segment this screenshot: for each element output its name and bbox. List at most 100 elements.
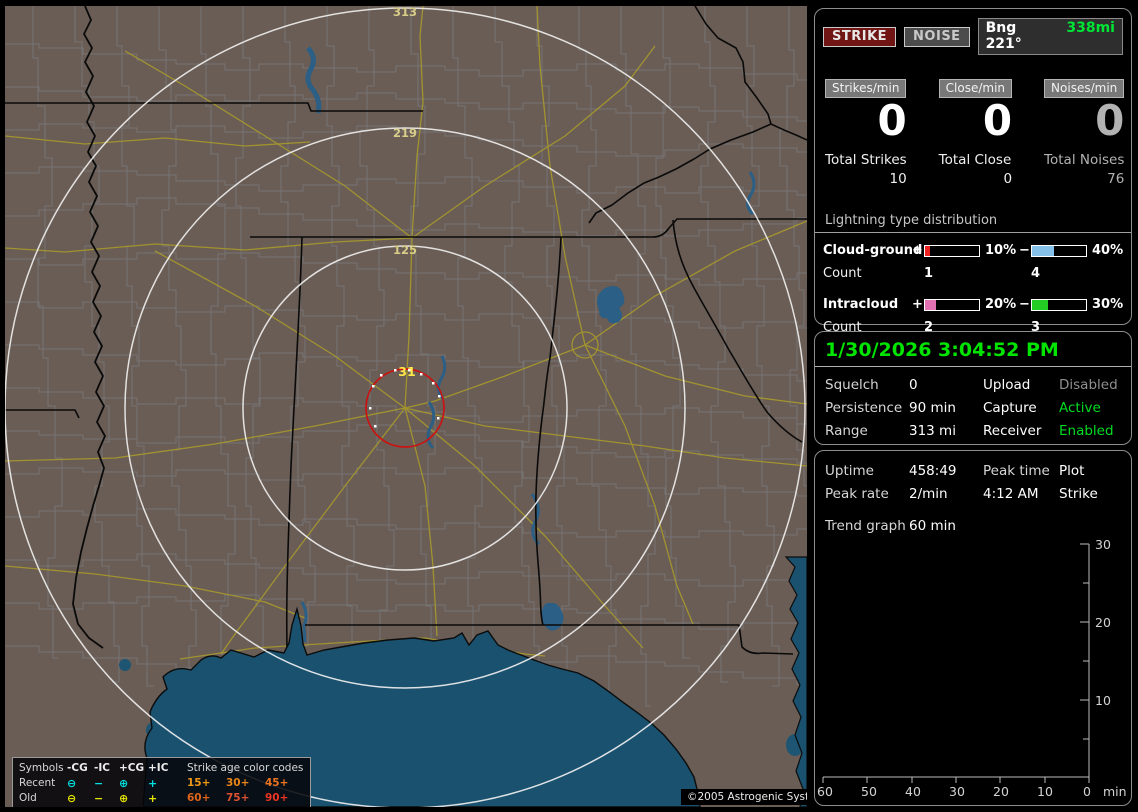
app-window: 313 219 125 31 Symbols -CG -IC +CG +IC S…	[0, 0, 1138, 812]
age-60: 60+	[187, 792, 211, 804]
receiver-status: Enabled	[1059, 423, 1114, 439]
old-pos-cg-icon: ⊕	[119, 792, 129, 805]
count-label: Count	[823, 266, 862, 281]
trend-graph-label: Trend graph	[825, 518, 906, 534]
total-strikes-value: 10	[889, 171, 907, 187]
old-neg-ic-icon: −	[94, 792, 104, 805]
strikes-counter: Strikes/min 0 Total Strikes 10	[825, 79, 907, 187]
cloud-ground-label: Cloud-ground	[823, 243, 923, 258]
recent-neg-cg-icon: ⊖	[67, 777, 77, 790]
ring-label-313: 313	[393, 6, 417, 19]
x-tick-60: 60	[817, 784, 833, 799]
range-label: Range	[825, 423, 868, 439]
cg-negative-pct: 40%	[1092, 243, 1124, 258]
ic-negative-pct: 30%	[1092, 297, 1124, 312]
cloud-ground-row: Cloud-ground + 10% − 40%	[815, 243, 1131, 258]
ring-label-31: 31	[398, 364, 415, 379]
legend-age-header: Strike age color codes	[187, 762, 304, 774]
x-tick-30: 30	[949, 784, 965, 799]
y-tick-30: 30	[1095, 537, 1111, 552]
datetime-display: 1/30/2026 3:04:52 PM	[815, 332, 1131, 367]
total-close-label: Total Close	[938, 152, 1012, 168]
legend-row-recent: Recent	[19, 777, 56, 789]
total-close-value: 0	[1003, 171, 1013, 187]
noises-per-min-value: 0	[1095, 96, 1125, 145]
peak-time-value: 4:12 AM	[983, 486, 1039, 502]
age-15: 15+	[187, 777, 211, 789]
recent-pos-ic-icon: +	[148, 777, 158, 790]
ring-label-125: 125	[393, 243, 417, 257]
legend-row-old: Old	[19, 792, 37, 804]
age-90: 90+	[265, 792, 289, 804]
old-pos-ic-icon: +	[148, 792, 158, 805]
recent-pos-cg-icon: ⊕	[119, 777, 129, 790]
legend-col-pos-cg: +CG	[119, 762, 145, 774]
map-canvas: 313 219 125 31	[5, 6, 807, 807]
squelch-value: 0	[909, 377, 918, 393]
ic-positive-bar	[924, 298, 980, 311]
age-75: 75+	[226, 792, 250, 804]
minus-sign: −	[1019, 243, 1030, 258]
ic-negative-bar	[1031, 298, 1087, 311]
plus-sign: +	[912, 243, 923, 258]
intracloud-row: Intracloud + 20% − 30%	[815, 297, 1131, 312]
stats-panel: STRIKE NOISE Bng 221° 338mi Strikes/min …	[814, 8, 1132, 335]
total-strikes-label: Total Strikes	[825, 152, 907, 168]
trend-graph-value: 60 min	[909, 518, 956, 534]
upload-label: Upload	[983, 377, 1031, 393]
plot-label: Plot	[1059, 463, 1085, 479]
persistence-label: Persistence	[825, 400, 903, 416]
strike-toggle-button[interactable]: STRIKE	[823, 26, 897, 47]
legend-symbols-header: Symbols	[19, 762, 64, 774]
age-30: 30+	[226, 777, 250, 789]
plot-mode-value: Strike	[1059, 486, 1098, 502]
close-per-min-value: 0	[982, 96, 1013, 145]
capture-label: Capture	[983, 400, 1037, 416]
noise-toggle-button[interactable]: NOISE	[904, 26, 970, 47]
status-panel: 1/30/2026 3:04:52 PM Squelch 0 Upload Di…	[814, 331, 1132, 445]
range-value: 313 mi	[909, 423, 956, 439]
receiver-label: Receiver	[983, 423, 1042, 439]
distribution-title: Lightning type distribution	[815, 213, 1131, 233]
x-tick-20: 20	[993, 784, 1009, 799]
radar-map: 313 219 125 31 Symbols -CG -IC +CG +IC S…	[5, 6, 807, 807]
peak-rate-value: 2/min	[909, 486, 948, 502]
cg-positive-bar	[924, 244, 980, 257]
y-tick-20: 20	[1095, 615, 1111, 630]
noises-counter: Noises/min 0 Total Noises 76	[1044, 79, 1124, 187]
x-tick-50: 50	[861, 784, 877, 799]
recent-neg-ic-icon: −	[94, 777, 104, 790]
cg-positive-count: 1	[924, 266, 934, 281]
intracloud-label: Intracloud	[823, 297, 899, 312]
x-axis-unit: min	[1103, 784, 1127, 799]
minus-sign: −	[1019, 297, 1030, 312]
bearing-distance: 338mi	[1066, 20, 1115, 36]
legend-col-neg-ic: -IC	[94, 762, 110, 774]
persistence-value: 90 min	[909, 400, 956, 416]
uptime-value: 458:49	[909, 463, 957, 479]
strike-legend: Symbols -CG -IC +CG +IC Strike age color…	[12, 757, 311, 807]
squelch-label: Squelch	[825, 377, 879, 393]
peak-rate-label: Peak rate	[825, 486, 889, 502]
peak-time-label: Peak time	[983, 463, 1050, 479]
cg-negative-count: 4	[1031, 266, 1041, 281]
close-counter: Close/min 0 Total Close 0	[938, 79, 1013, 187]
total-noises-label: Total Noises	[1044, 152, 1125, 168]
info-panel: Uptime 458:49 Peak time Plot Peak rate 2…	[814, 450, 1132, 806]
capture-status: Active	[1059, 400, 1101, 416]
x-tick-0: 0	[1083, 784, 1091, 799]
cg-negative-bar	[1031, 244, 1087, 257]
cg-positive-pct: 10%	[985, 243, 1017, 258]
ring-label-219: 219	[393, 126, 417, 140]
x-tick-40: 40	[905, 784, 921, 799]
bearing-value: Bng 221°	[985, 20, 1022, 52]
lightning-distribution: Lightning type distribution Cloud-ground…	[815, 213, 1131, 335]
strikes-per-min-value: 0	[877, 96, 907, 145]
upload-status: Disabled	[1059, 377, 1118, 393]
old-neg-cg-icon: ⊖	[67, 792, 77, 805]
age-45: 45+	[265, 777, 289, 789]
uptime-label: Uptime	[825, 463, 874, 479]
copyright-bar: ©2005 Astrogenic Systems	[681, 789, 807, 805]
y-tick-10: 10	[1095, 693, 1111, 708]
ic-positive-pct: 20%	[985, 297, 1017, 312]
